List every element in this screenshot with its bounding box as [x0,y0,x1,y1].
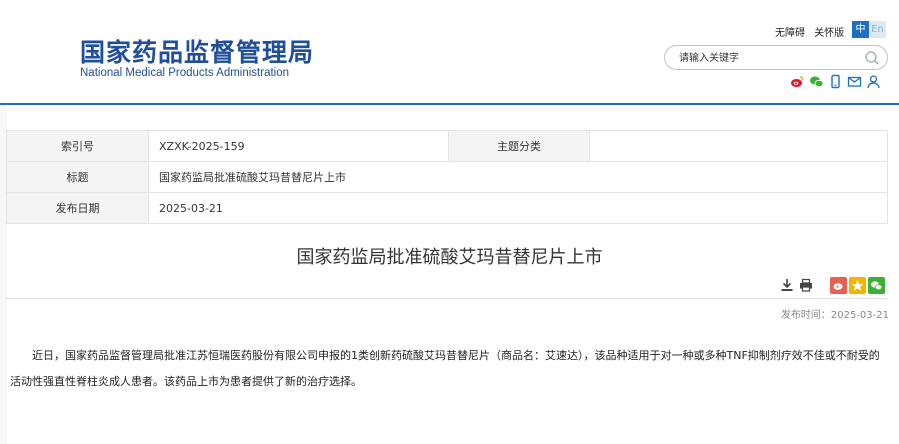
topic-value [589,130,888,162]
meta-row-index: 索引号 XZXK-2025-159 主题分类 [6,130,888,162]
download-icon[interactable] [780,278,794,292]
date-value: 2025-03-21 [148,192,888,224]
title-divider [6,298,888,299]
title-label: 标题 [6,161,149,193]
wechat-icon[interactable] [809,74,824,89]
index-value: XZXK-2025-159 [148,130,449,162]
share-wechat-icon[interactable] [868,277,885,294]
article-body: 近日，国家药品监督管理局批准江苏恒瑞医药股份有限公司申报的1类创新药硫酸艾玛昔替… [10,349,880,388]
site-logo-cn[interactable]: 国家药品监督管理局 [80,33,314,69]
date-label: 发布日期 [6,192,149,224]
mail-icon[interactable] [847,74,862,89]
weibo-icon[interactable] [790,74,805,89]
social-links [790,74,881,89]
article-tools [780,278,813,292]
title-value: 国家药监局批准硫酸艾玛昔替尼片上市 [148,161,888,193]
site-header: 国家药品监督管理局 National Medical Products Admi… [0,0,899,104]
article-title: 国家药监局批准硫酸艾玛昔替尼片上市 [296,247,603,268]
site-logo-en[interactable]: National Medical Products Administration [80,67,289,79]
share-weibo-icon[interactable] [830,277,847,294]
meta-row-title: 标题 国家药监局批准硫酸艾玛昔替尼片上市 [6,161,888,193]
search-box [664,45,888,70]
share-qzone-icon[interactable] [849,277,866,294]
search-input[interactable] [679,50,859,66]
lang-en-button[interactable]: En [869,21,886,38]
accessibility-link[interactable]: 无障碍 [775,28,805,39]
publish-time: 发布时间：2025-03-21 [780,310,889,321]
share-buttons [830,277,885,294]
index-label: 索引号 [6,130,149,162]
topic-label: 主题分类 [448,130,590,162]
lang-zh-button[interactable]: 中 [852,21,869,38]
header-divider [0,103,899,105]
top-links: 无障碍 关怀版 [775,24,850,39]
document-meta-table: 索引号 XZXK-2025-159 主题分类 标题 国家药监局批准硫酸艾玛昔替尼… [6,130,888,224]
care-version-link[interactable]: 关怀版 [814,28,844,39]
language-switcher: 中 En [852,21,886,38]
mobile-icon[interactable] [828,74,843,89]
print-icon[interactable] [799,278,813,292]
search-icon[interactable] [863,49,881,67]
user-icon[interactable] [866,74,881,89]
meta-row-date: 发布日期 2025-03-21 [6,192,888,224]
